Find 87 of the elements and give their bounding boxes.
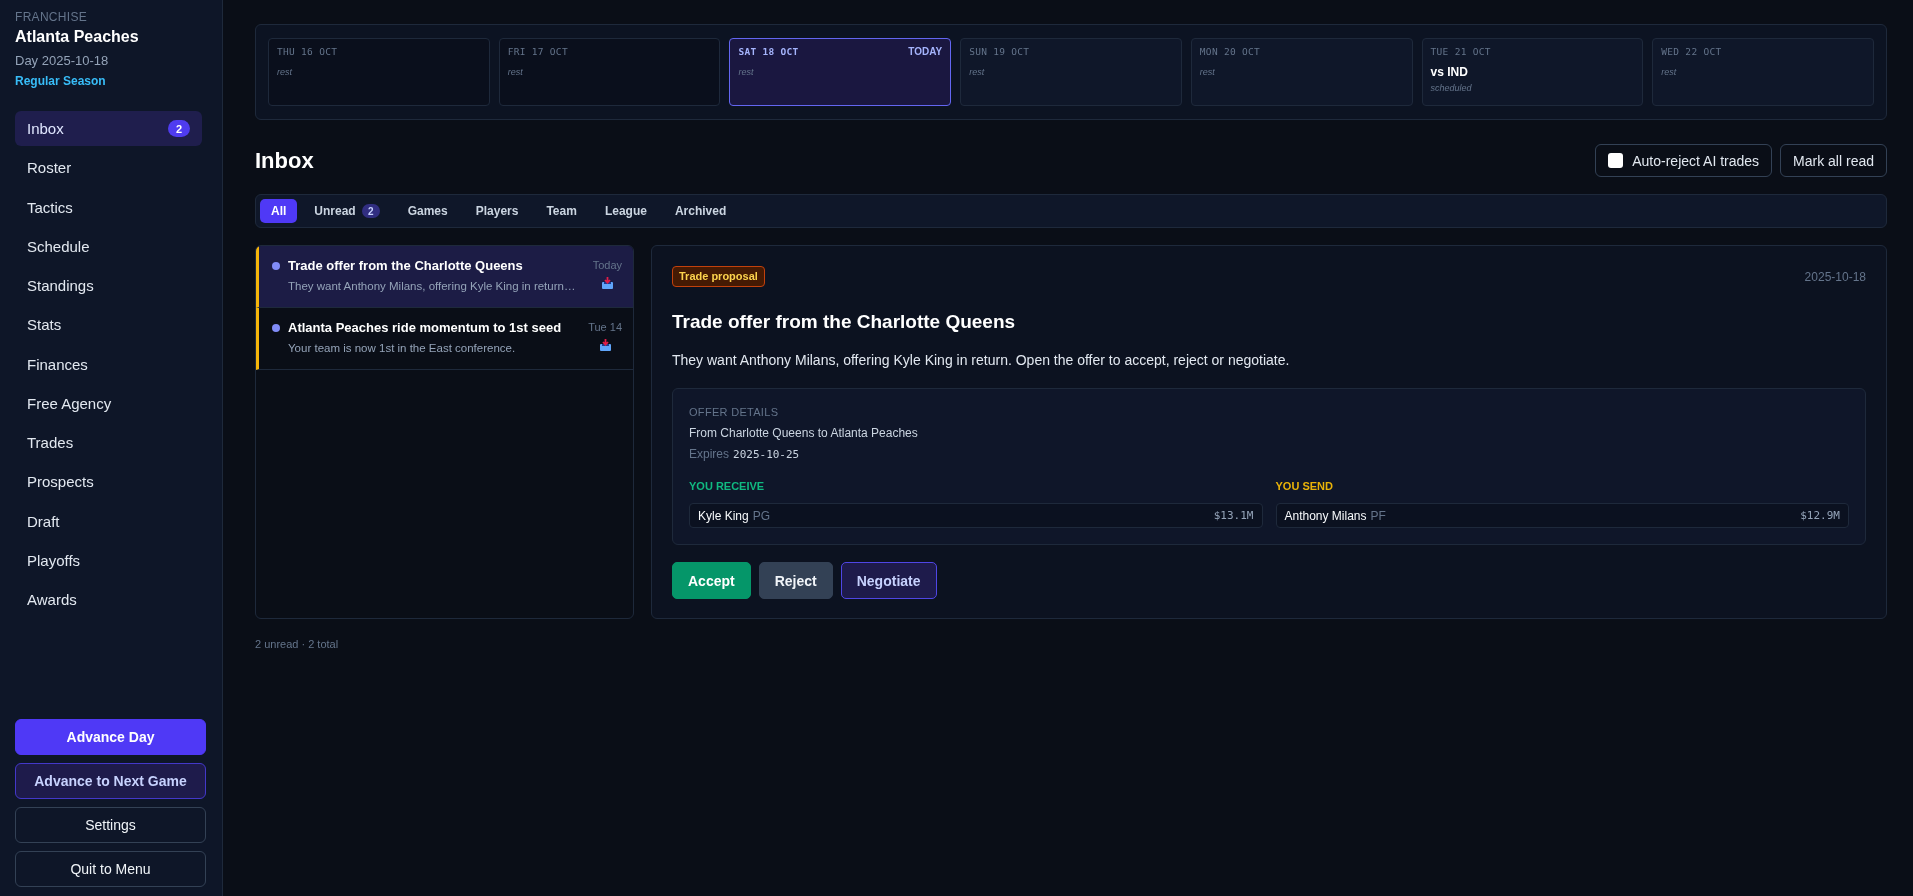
side-heading: YOU SEND — [1275, 479, 1333, 493]
auto-reject-toggle[interactable]: Auto-reject AI trades — [1595, 144, 1773, 177]
day-card[interactable]: MON 20 OCT rest — [1190, 38, 1413, 106]
tray-arrow-icon — [599, 339, 611, 351]
day-note: scheduled — [1430, 83, 1472, 94]
nav-item[interactable]: Draft — [15, 503, 202, 539]
player-position: PF — [1370, 508, 1386, 523]
message-title: Trade offer from the Charlotte Queens — [288, 258, 523, 274]
message-title: Atlanta Peaches ride momentum to 1st seed — [288, 320, 562, 336]
offer-route: From Charlotte Queens to Atlanta Peaches — [689, 426, 918, 441]
section-label: FRANCHISE — [15, 10, 88, 24]
player-salary: $13.1M — [1213, 509, 1254, 522]
filter-tab[interactable]: Archived — [663, 199, 738, 223]
message-body: They want Anthony Milans, offering Kyle King in return. Open the offer to accept, reject or negotiate. — [672, 351, 1290, 369]
tray-arrow-icon — [601, 277, 613, 289]
nav-item[interactable]: Inbox 2 — [15, 111, 202, 146]
season-phase: Regular Season — [15, 73, 106, 89]
expires-date: 2025-10-25 — [733, 447, 800, 462]
matchup-label: vs IND — [1430, 65, 1468, 79]
day-label: MON 20 OCT — [1199, 46, 1261, 58]
day-card[interactable]: WED 22 OCT rest — [1652, 38, 1874, 106]
side-heading: YOU RECEIVE — [689, 479, 765, 493]
checkbox[interactable] — [1608, 153, 1624, 168]
primary-button[interactable]: Advance Day — [15, 719, 206, 755]
message-date: 2025-10-18 — [1804, 269, 1866, 284]
day-card[interactable]: SAT 18 OCT TODAY rest — [729, 38, 952, 106]
current-day: Day 2025-10-18 — [15, 53, 109, 69]
player-salary: $12.9M — [1800, 509, 1840, 522]
day-note: rest — [507, 67, 523, 78]
nav-item[interactable]: Standings — [15, 268, 202, 303]
filter-tab[interactable]: Games — [396, 199, 459, 223]
filter-tab[interactable]: League — [593, 199, 658, 223]
inbox-summary: 2 unread · 2 total — [255, 638, 339, 650]
day-note: rest — [738, 67, 754, 78]
player-position: PG — [752, 508, 771, 523]
day-note: rest — [1199, 67, 1215, 78]
message-item[interactable]: Atlanta Peaches ride momentum to 1st seed Your team is now 1st in the East conference. Tue 14 — [256, 308, 633, 370]
category-badge: Trade proposal — [672, 266, 765, 287]
expires-label: Expires — [689, 447, 729, 462]
nav-item[interactable]: Trades — [15, 425, 202, 460]
mark-all-read-button[interactable]: Mark all read — [1780, 144, 1887, 177]
day-label: THU 16 OCT — [277, 46, 338, 58]
filter-tab[interactable]: Unread 2 — [303, 199, 391, 223]
today-tag: TODAY — [908, 46, 943, 58]
day-note: rest — [277, 67, 292, 78]
day-note: rest — [1661, 67, 1677, 78]
outline-button[interactable]: Settings — [15, 807, 206, 843]
day-label: SUN 19 OCT — [969, 46, 1030, 58]
day-card[interactable]: SUN 19 OCT rest — [960, 38, 1182, 106]
outline-button[interactable]: Quit to Menu — [15, 851, 206, 887]
player-name: Anthony Milans — [1284, 508, 1367, 523]
nav-item[interactable]: Tactics — [15, 189, 202, 225]
message-heading: Trade offer from the Charlotte Queens — [672, 310, 1016, 333]
secondary-button[interactable]: Advance to Next Game — [15, 763, 206, 799]
player-name: Kyle King — [698, 508, 749, 523]
day-label: FRI 17 OCT — [507, 46, 568, 58]
message-time: Today — [592, 258, 622, 272]
day-label: WED 22 OCT — [1661, 46, 1722, 58]
negotiate-button[interactable]: Negotiate — [840, 562, 937, 599]
filter-tab[interactable]: Players — [464, 199, 530, 223]
day-card[interactable]: THU 16 OCT rest — [268, 38, 490, 106]
message-preview: Your team is now 1st in the East conference. — [288, 341, 516, 356]
offer-heading: OFFER DETAILS — [689, 406, 779, 419]
nav-item[interactable]: Free Agency — [15, 385, 202, 421]
page-title: Inbox — [255, 147, 314, 174]
nav-item[interactable]: Roster — [15, 150, 202, 186]
accept-button[interactable]: Accept — [672, 562, 751, 599]
message-time: Tue 14 — [588, 320, 622, 334]
message-item[interactable]: Trade offer from the Charlotte Queens They want Anthony Milans, offering Kyle King in return… Today — [256, 246, 633, 308]
day-label: TUE 21 OCT — [1430, 46, 1491, 58]
filter-tab[interactable]: Team — [535, 199, 588, 223]
team-name: Atlanta Peaches — [15, 27, 139, 47]
nav-item[interactable]: Stats — [15, 307, 202, 343]
message-preview: They want Anthony Milans, offering Kyle King in return… — [288, 279, 576, 294]
nav-item[interactable]: Prospects — [15, 464, 202, 500]
filter-tab[interactable]: All — [260, 199, 298, 223]
nav-item[interactable]: Playoffs — [15, 542, 202, 578]
count-badge: 2 — [168, 120, 190, 137]
day-note: rest — [969, 67, 985, 78]
nav-item[interactable]: Finances — [15, 346, 202, 382]
day-card[interactable]: FRI 17 OCT rest — [498, 38, 721, 106]
nav-item[interactable]: Schedule — [15, 228, 202, 264]
reject-button[interactable]: Reject — [758, 562, 833, 599]
day-label: SAT 18 OCT — [738, 46, 799, 58]
nav-item[interactable]: Awards — [15, 582, 202, 617]
day-card[interactable]: TUE 21 OCT vs IND scheduled — [1421, 38, 1644, 106]
count-badge: 2 — [361, 204, 380, 218]
